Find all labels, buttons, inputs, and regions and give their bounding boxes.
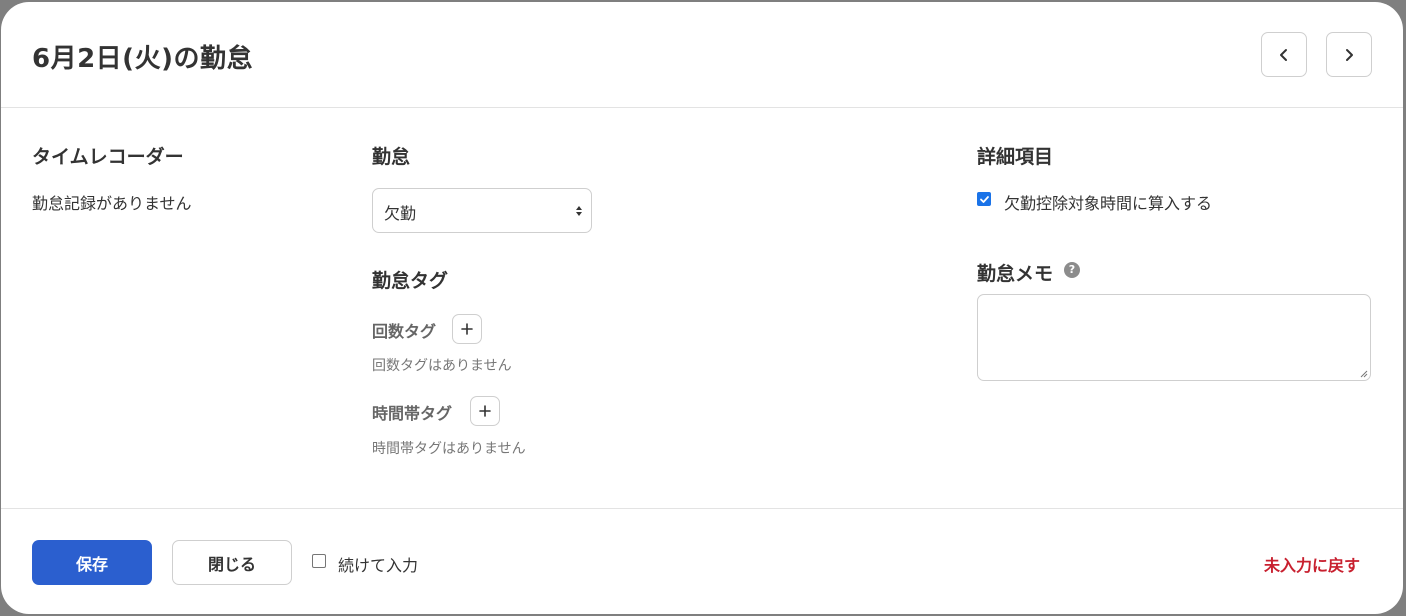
count-tag-empty-text: 回数タグはありません [372,358,512,374]
timerecorder-heading: タイムレコーダー [32,146,184,168]
modal-header: 6月2日(火)の勤怠 [1,2,1403,108]
modal-title: 6月2日(火)の勤怠 [32,44,253,74]
details-heading: 詳細項目 [977,146,1054,168]
attendance-heading: 勤怠 [372,146,411,168]
plus-icon [461,323,473,335]
time-tag-empty-text: 時間帯タグはありません [372,441,526,457]
close-button[interactable]: 閉じる [172,540,292,585]
attendance-type-select[interactable]: 欠勤 [372,188,592,233]
question-circle-icon[interactable]: ? [1064,262,1080,278]
modal-footer: 保存 閉じる 続けて入力 未入力に戻す [1,508,1403,614]
continue-input-label[interactable]: 続けて入力 [338,552,418,576]
previous-day-button[interactable] [1261,32,1307,77]
chevron-right-icon [1346,48,1353,61]
next-day-button[interactable] [1326,32,1372,77]
plus-icon [479,405,491,417]
chevron-left-icon [1280,48,1287,61]
absence-deduction-checkbox[interactable] [977,192,991,206]
absence-deduction-label[interactable]: 欠勤控除対象時間に算入する [1004,190,1212,214]
revert-to-unentered-link[interactable]: 未入力に戻す [1264,552,1360,576]
save-button[interactable]: 保存 [32,540,152,585]
continue-input-checkbox[interactable] [312,554,326,568]
add-time-tag-button[interactable] [470,396,500,426]
attendance-type-value: 欠勤 [384,204,417,223]
memo-heading: 勤怠メモ [977,263,1054,285]
select-arrows-icon [576,206,582,216]
time-tag-label: 時間帯タグ [372,404,453,423]
attendance-modal: 6月2日(火)の勤怠 タイムレコーダー 勤怠記録がありません 勤怠 欠勤 勤怠タ… [1,2,1403,614]
add-count-tag-button[interactable] [452,314,482,344]
timerecorder-empty-text: 勤怠記録がありません [32,194,192,213]
resize-grip-icon[interactable] [1359,369,1368,378]
count-tag-label: 回数タグ [372,322,437,341]
checkmark-icon [979,195,989,203]
attendance-memo-textarea[interactable] [977,294,1371,381]
tags-heading: 勤怠タグ [372,270,449,292]
